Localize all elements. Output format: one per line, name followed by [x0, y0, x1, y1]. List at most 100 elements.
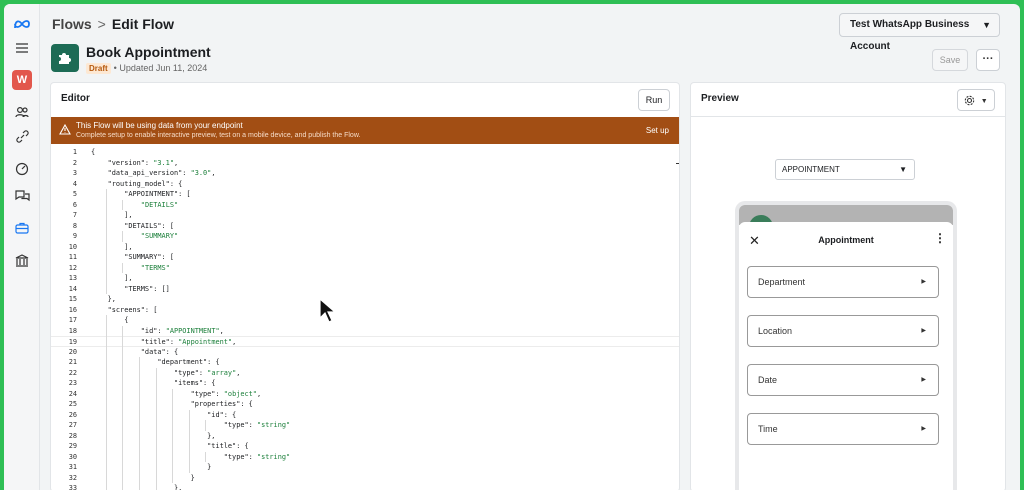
- indent-guide: [122, 409, 124, 420]
- indent-guide: [122, 388, 124, 399]
- indent-guide: [188, 462, 190, 473]
- line-number: 17: [68, 316, 77, 324]
- dropdown-date[interactable]: Date ▶: [747, 364, 939, 396]
- line-number: 13: [68, 274, 77, 282]
- line-number: 14: [68, 284, 77, 293]
- link-icon[interactable]: [4, 126, 40, 146]
- line-number: 26: [68, 410, 77, 419]
- users-icon[interactable]: [4, 102, 40, 122]
- indent-guide: [105, 451, 107, 462]
- code-text: ],: [91, 274, 133, 282]
- indent-guide: [138, 420, 140, 431]
- indent-guide: [105, 210, 107, 221]
- indent-guide: [105, 220, 107, 231]
- code-line: 32 }: [51, 473, 679, 484]
- line-number: 20: [68, 347, 77, 356]
- indent-guide: [105, 189, 107, 200]
- briefcase-icon[interactable]: [4, 218, 40, 238]
- code-text: "department": {: [91, 358, 220, 366]
- scroll-marker: [676, 163, 679, 164]
- indent-guide: [105, 241, 107, 252]
- indent-guide: [105, 283, 107, 294]
- dropdown-department[interactable]: Department ▶: [747, 266, 939, 298]
- meta-logo-icon[interactable]: [4, 14, 40, 34]
- indent-guide: [155, 430, 157, 441]
- dropdown-label: Time: [758, 424, 778, 434]
- line-number: 9: [72, 232, 77, 240]
- indent-guide: [155, 399, 157, 410]
- code-line: 12 "TERMS": [51, 263, 679, 274]
- code-line: 33 },: [51, 483, 679, 490]
- bank-icon[interactable]: [4, 250, 40, 270]
- setup-link[interactable]: Set up: [646, 126, 669, 135]
- line-number: 3: [72, 169, 77, 177]
- indent-guide: [105, 399, 107, 410]
- code-line: 9 "SUMMARY": [51, 231, 679, 242]
- code-line: 18 "id": "APPOINTMENT",: [51, 326, 679, 337]
- indent-guide: [138, 483, 140, 490]
- code-line: 2 "version": "3.1",: [51, 158, 679, 169]
- code-text: "data": {: [91, 347, 179, 356]
- code-line: 7 ],: [51, 210, 679, 221]
- indent-guide: [205, 420, 207, 431]
- code-text: ],: [91, 211, 133, 219]
- indent-guide: [105, 336, 107, 347]
- menu-icon[interactable]: [4, 38, 40, 58]
- app-window: W Flows > Edit Flow Test WhatsApp Business…: [4, 4, 1020, 490]
- caret-down-icon: ▼: [899, 165, 907, 174]
- banner-detail: Complete setup to enable interactive pre…: [76, 132, 361, 139]
- line-number: 6: [72, 200, 77, 209]
- code-line: 24 "type": "object",: [51, 389, 679, 400]
- account-selector[interactable]: Test WhatsApp Business Account ▼: [839, 13, 1000, 52]
- more-options-button[interactable]: ···: [976, 49, 1000, 71]
- indent-guide: [155, 367, 157, 378]
- warning-icon: [59, 124, 71, 135]
- indent-guide: [172, 451, 174, 462]
- breadcrumb: Flows > Edit Flow: [52, 16, 174, 32]
- indent-guide: [172, 420, 174, 431]
- code-text: "id": "APPOINTMENT",: [91, 326, 224, 335]
- code-editor[interactable]: 1{2 "version": "3.1", 3 "data_api_version…: [51, 147, 679, 490]
- code-line: 17 {: [51, 315, 679, 326]
- indent-guide: [155, 409, 157, 420]
- code-text: }: [91, 463, 212, 471]
- indent-guide: [172, 388, 174, 399]
- indent-guide: [105, 346, 107, 357]
- puzzle-icon: [59, 53, 71, 64]
- indent-guide: [155, 472, 157, 483]
- indent-guide: [122, 325, 124, 336]
- flow-logo: [51, 44, 79, 72]
- run-button[interactable]: Run: [638, 89, 670, 111]
- indent-guide: [138, 367, 140, 378]
- indent-guide: [105, 483, 107, 490]
- indent-guide: [138, 462, 140, 473]
- code-text: ],: [91, 242, 133, 251]
- indent-guide: [155, 388, 157, 399]
- dashboard-icon[interactable]: [4, 159, 40, 179]
- account-avatar[interactable]: W: [12, 70, 32, 90]
- chat-icon[interactable]: [4, 186, 40, 206]
- indent-guide: [105, 441, 107, 452]
- dropdown-time[interactable]: Time ▶: [747, 413, 939, 445]
- account-selector-label: Test WhatsApp Business Account: [850, 19, 970, 52]
- code-text: "SUMMARY": [: [91, 253, 174, 261]
- line-number: 21: [68, 358, 77, 366]
- indent-guide: [172, 399, 174, 410]
- breadcrumb-flows-link[interactable]: Flows: [52, 16, 92, 32]
- code-text: {: [91, 148, 96, 156]
- indent-guide: [122, 357, 124, 368]
- divider: [691, 116, 1005, 117]
- indent-guide: [122, 199, 124, 210]
- indent-guide: [155, 420, 157, 431]
- kebab-menu-icon[interactable]: ⋮: [934, 231, 946, 245]
- code-line: 5 "APPOINTMENT": [: [51, 189, 679, 200]
- line-number: 30: [68, 452, 77, 461]
- preview-settings-button[interactable]: ▼: [957, 89, 995, 111]
- save-button[interactable]: Save: [932, 49, 968, 71]
- indent-guide: [122, 420, 124, 431]
- indent-guide: [122, 378, 124, 389]
- code-line: 28 },: [51, 431, 679, 442]
- indent-guide: [155, 441, 157, 452]
- screen-selector[interactable]: APPOINTMENT ▼: [775, 159, 915, 180]
- dropdown-location[interactable]: Location ▶: [747, 315, 939, 347]
